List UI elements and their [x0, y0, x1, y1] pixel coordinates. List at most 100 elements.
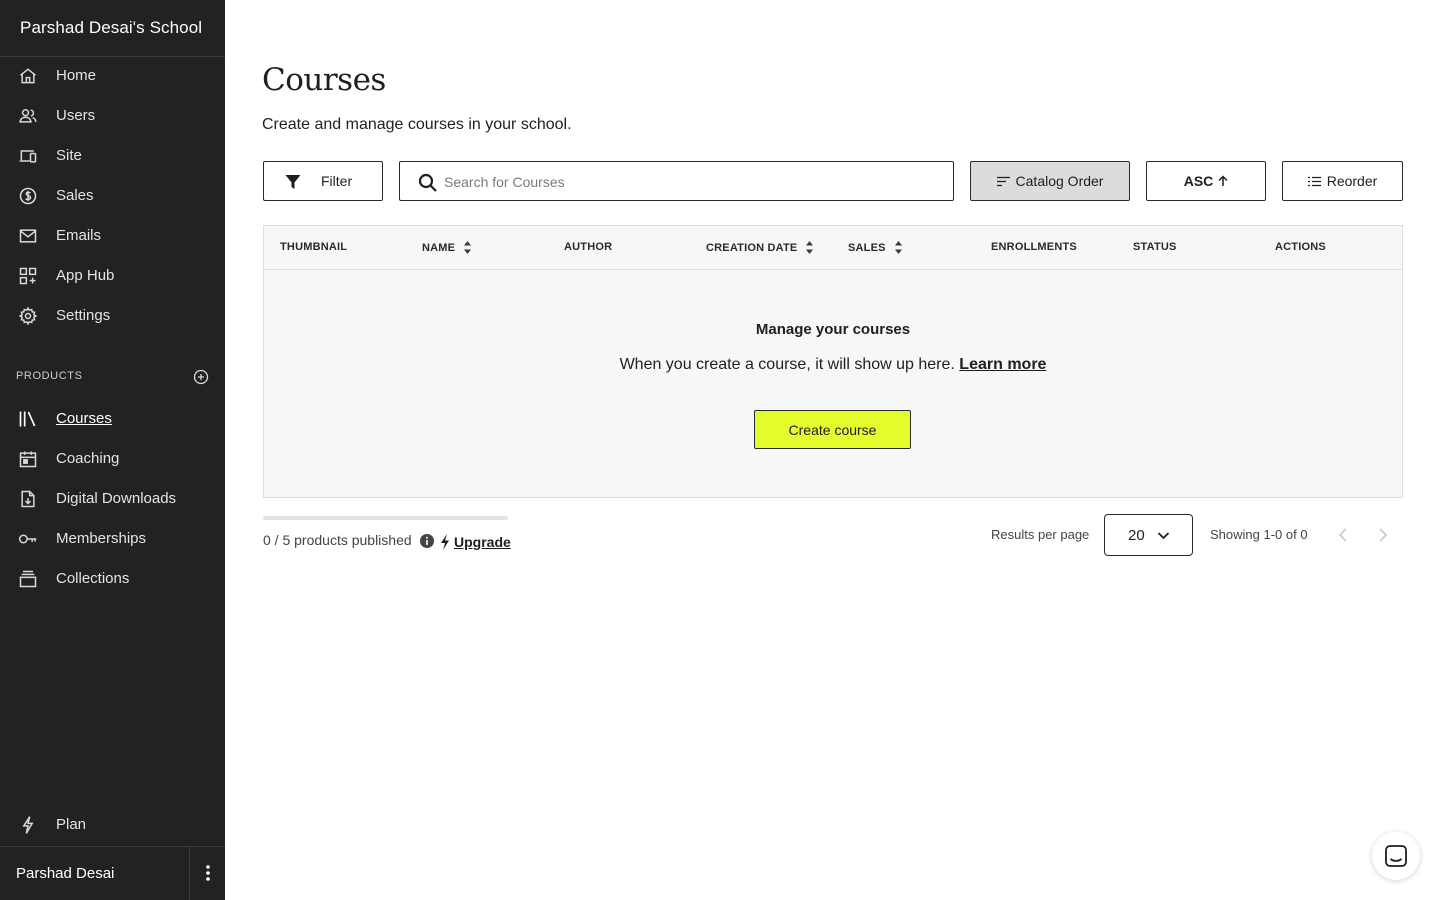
search-icon	[418, 173, 437, 192]
column-label: AUTHOR	[564, 241, 613, 253]
list-icon	[1307, 176, 1321, 186]
sidebar-item-label: Site	[56, 147, 82, 164]
empty-state-description: When you create a course, it will show u…	[619, 356, 955, 373]
search-input[interactable]	[444, 171, 924, 193]
sidebar-item-label: Coaching	[56, 450, 120, 467]
sidebar-item-label: Users	[56, 107, 96, 124]
empty-state-text: When you create a course, it will show u…	[264, 356, 1402, 374]
sort-order-label: ASC	[1183, 173, 1214, 189]
sidebar-item-label: Home	[56, 67, 97, 84]
app: Parshad Desai's School Home Users Site S…	[0, 0, 1440, 900]
sidebar: Parshad Desai's School Home Users Site S…	[0, 0, 225, 900]
sidebar-item-label: Memberships	[56, 530, 147, 547]
column-label: THUMBNAIL	[280, 241, 348, 253]
sidebar-item-memberships[interactable]: Memberships	[0, 519, 225, 559]
courses-table: THUMBNAIL NAME AUTHOR CREATION DATE SALE…	[263, 225, 1403, 498]
school-name[interactable]: Parshad Desai's School	[20, 18, 202, 38]
sidebar-item-label: App Hub	[56, 267, 115, 284]
column-header-name[interactable]: NAME	[422, 241, 472, 254]
sidebar-item-settings[interactable]: Settings	[0, 296, 225, 336]
sidebar-item-label: Settings	[56, 307, 111, 324]
results-per-page-label: Results per page	[991, 527, 1090, 542]
home-icon	[17, 66, 39, 86]
bolt-icon	[441, 534, 449, 550]
apps-icon	[17, 266, 39, 286]
column-label: ACTIONS	[1275, 241, 1326, 253]
page-title: Courses	[262, 62, 386, 98]
download-file-icon	[17, 489, 39, 509]
column-label: ENROLLMENTS	[991, 241, 1077, 253]
sort-icon	[806, 241, 814, 254]
gear-icon	[17, 306, 39, 326]
column-header-sales[interactable]: SALES	[848, 241, 902, 254]
published-count: 0 / 5 products published	[263, 532, 412, 548]
chevron-down-icon	[1157, 532, 1170, 540]
user-menu-button[interactable]	[198, 862, 218, 884]
column-label: STATUS	[1133, 241, 1177, 253]
previous-page-button[interactable]	[1335, 525, 1351, 545]
empty-state-title: Manage your courses	[755, 321, 911, 338]
search-field[interactable]	[399, 161, 954, 201]
sidebar-item-sales[interactable]: Sales	[0, 176, 225, 216]
page-subtitle: Create and manage courses in your school…	[262, 116, 572, 133]
sidebar-item-label: Digital Downloads	[56, 490, 177, 507]
sidebar-item-home[interactable]: Home	[0, 56, 225, 96]
calendar-icon	[17, 449, 39, 469]
column-header-actions: ACTIONS	[1275, 241, 1326, 253]
sidebar-item-users[interactable]: Users	[0, 96, 225, 136]
column-label: NAME	[422, 241, 456, 254]
add-product-button[interactable]	[193, 369, 209, 385]
sidebar-item-label: Courses	[56, 410, 112, 427]
sidebar-item-label: Plan	[56, 816, 87, 833]
chat-launcher-button[interactable]	[1372, 832, 1420, 880]
sidebar-item-courses[interactable]: Courses	[0, 399, 225, 439]
reorder-label: Reorder	[1326, 173, 1378, 189]
results-per-page-select[interactable]: 20	[1104, 514, 1193, 556]
sidebar-item-digital-downloads[interactable]: Digital Downloads	[0, 479, 225, 519]
products-section-label: PRODUCTS	[16, 370, 83, 382]
results-per-page-value: 20	[1128, 527, 1145, 544]
sidebar-item-site[interactable]: Site	[0, 136, 225, 176]
column-header-enrollments: ENROLLMENTS	[991, 241, 1077, 253]
chat-icon	[1385, 845, 1407, 867]
key-icon	[17, 529, 39, 549]
sidebar-item-plan[interactable]: Plan	[0, 805, 225, 845]
users-icon	[17, 106, 39, 126]
reorder-button[interactable]: Reorder	[1282, 161, 1403, 201]
sort-by-label: Catalog Order	[1015, 173, 1104, 189]
stack-icon	[17, 569, 39, 589]
info-icon[interactable]	[419, 533, 435, 549]
sidebar-item-label: Emails	[56, 227, 102, 244]
next-page-button[interactable]	[1375, 525, 1391, 545]
mail-icon	[17, 226, 39, 246]
sidebar-item-emails[interactable]: Emails	[0, 216, 225, 256]
column-header-author: AUTHOR	[564, 241, 612, 253]
sort-order-button[interactable]: ASC	[1146, 161, 1266, 201]
create-course-button[interactable]: Create course	[754, 410, 911, 449]
chevron-right-icon	[1379, 528, 1388, 542]
user-name[interactable]: Parshad Desai	[16, 865, 114, 882]
filter-icon	[285, 175, 301, 189]
table-header: THUMBNAIL NAME AUTHOR CREATION DATE SALE…	[264, 226, 1402, 270]
sidebar-item-coaching[interactable]: Coaching	[0, 439, 225, 479]
library-icon	[17, 409, 39, 429]
pagination-summary: Showing 1-0 of 0	[1210, 527, 1308, 542]
bolt-icon	[17, 815, 39, 835]
upgrade-link[interactable]: Upgrade	[454, 534, 511, 550]
column-header-thumbnail: THUMBNAIL	[280, 241, 347, 253]
more-vertical-icon	[206, 865, 210, 881]
learn-more-link[interactable]: Learn more	[959, 356, 1046, 373]
devices-icon	[17, 146, 39, 166]
sort-icon	[894, 241, 902, 254]
chevron-left-icon	[1338, 528, 1347, 542]
sidebar-item-collections[interactable]: Collections	[0, 559, 225, 599]
column-header-status: STATUS	[1133, 241, 1177, 253]
column-header-creation-date[interactable]: CREATION DATE	[706, 241, 814, 254]
main-content: Courses Create and manage courses in you…	[225, 0, 1440, 900]
sort-by-button[interactable]: Catalog Order	[970, 161, 1130, 201]
filter-button[interactable]: Filter	[263, 161, 383, 201]
sort-icon	[464, 241, 472, 254]
user-bar: Parshad Desai	[0, 846, 225, 900]
sidebar-item-app-hub[interactable]: App Hub	[0, 256, 225, 296]
column-label: CREATION DATE	[706, 241, 798, 254]
